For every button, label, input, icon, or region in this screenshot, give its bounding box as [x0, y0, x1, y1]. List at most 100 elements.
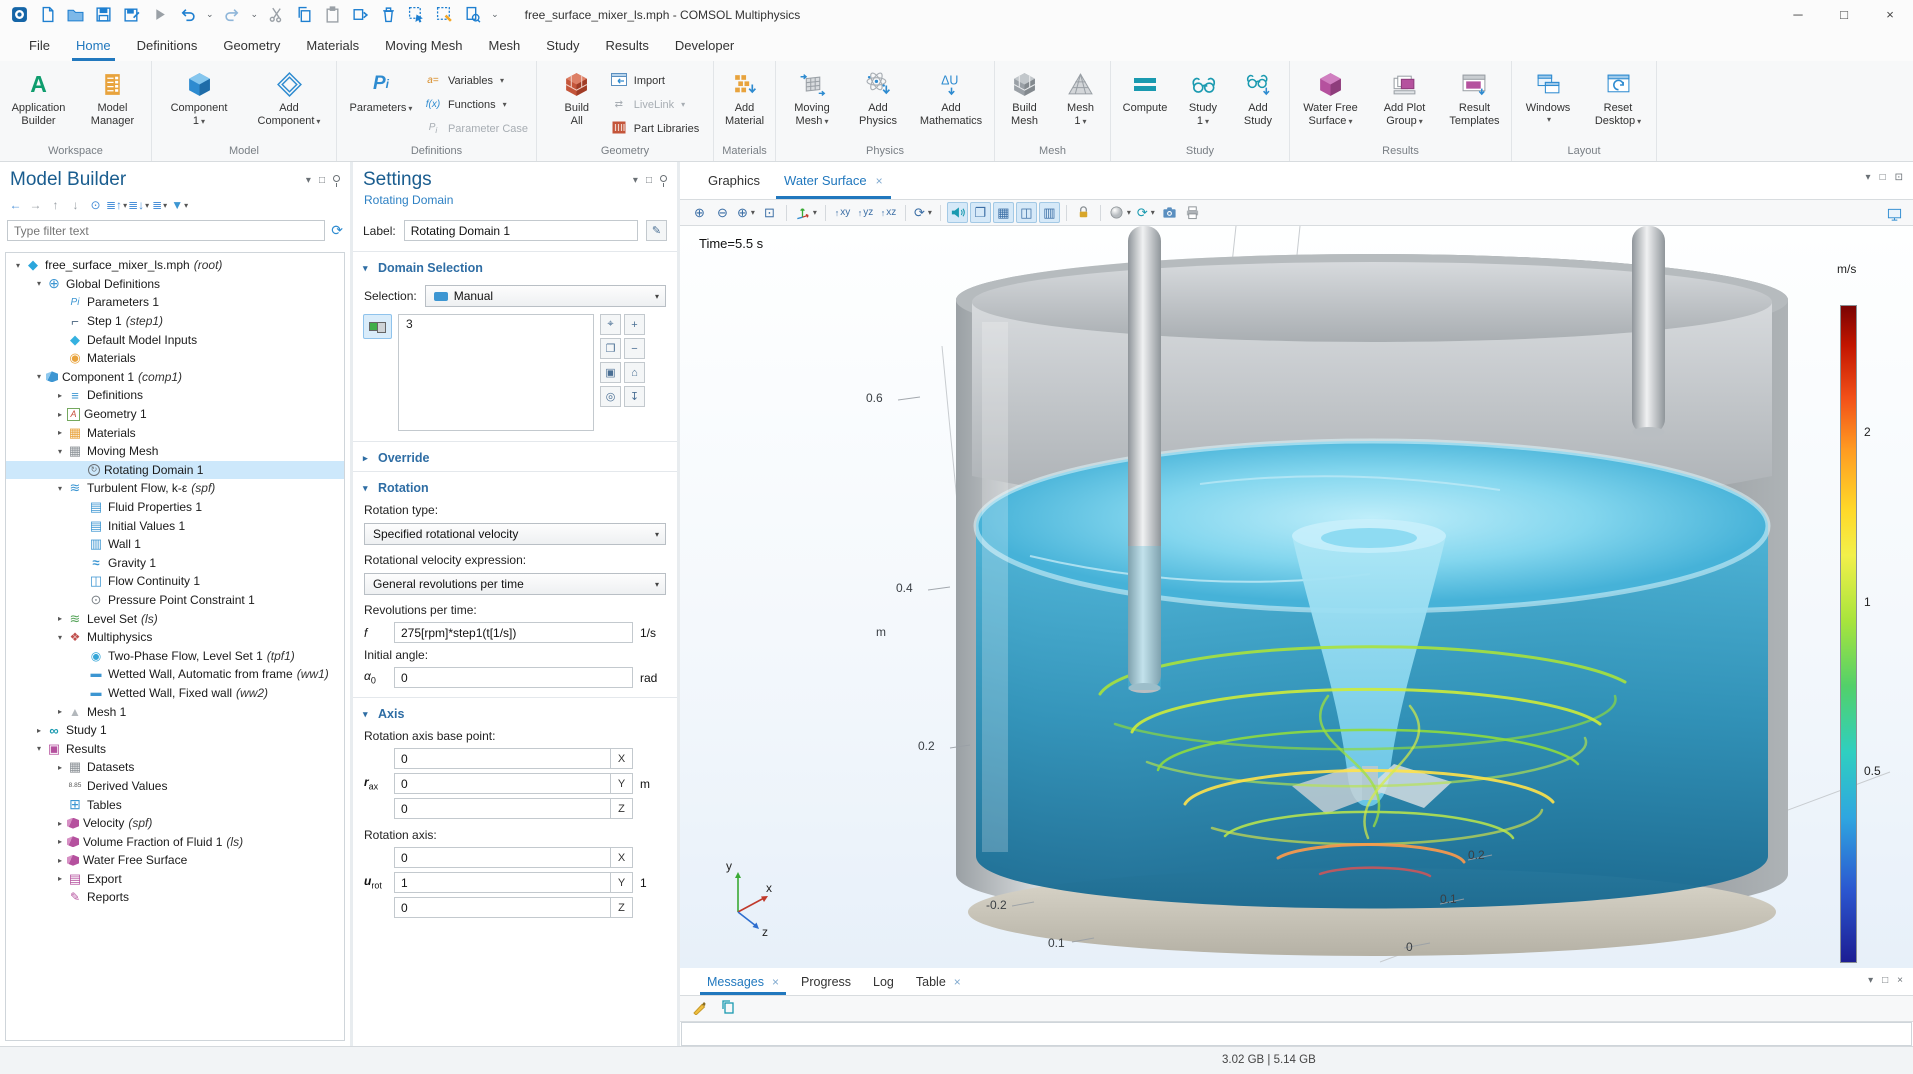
study-1-button[interactable]: Study 1▾	[1177, 64, 1229, 128]
create-selection-button[interactable]: ⌖	[600, 314, 621, 335]
float-panel-icon[interactable]: □	[1880, 172, 1886, 183]
tree-item[interactable]: ▸ Datasets	[6, 758, 344, 777]
base-point-z-input[interactable]: 0	[394, 798, 611, 819]
redo-dropdown[interactable]: ⌄	[251, 9, 259, 20]
zoom-box-icon[interactable]: ⊕▾	[735, 202, 757, 223]
model-tree-nodes-icon[interactable]: ≣▾	[150, 195, 169, 215]
tree-item[interactable]: Gravity 1	[6, 554, 344, 573]
rotation-heading[interactable]: ▾Rotation	[353, 471, 677, 501]
tree-item[interactable]: Derived Values	[6, 777, 344, 796]
float-panel-icon[interactable]: □	[1882, 975, 1888, 986]
plot-window-icon[interactable]	[1884, 204, 1905, 225]
menu-tab[interactable]: Geometry	[210, 29, 293, 61]
forward-icon[interactable]: →	[26, 195, 45, 215]
view-xy-button[interactable]: ↑xy	[832, 202, 853, 223]
tree-item[interactable]: ▸ Level Set (ls)	[6, 609, 344, 628]
part-libraries-button[interactable]: Part Libraries	[609, 119, 699, 138]
graphics-canvas[interactable]: Time=5.5 s	[680, 226, 1913, 968]
messages-content[interactable]	[681, 1022, 1912, 1046]
tab-table[interactable]: Table×	[905, 968, 972, 995]
color-theme-icon[interactable]: ▾	[1107, 202, 1133, 223]
tree-item[interactable]: ▾ free_surface_mixer_ls.mph (root)	[6, 256, 344, 275]
build-mesh-button[interactable]: Build Mesh	[997, 64, 1053, 128]
transparency-icon[interactable]: ❐	[970, 202, 991, 223]
move-down-icon[interactable]: ↓	[66, 195, 85, 215]
menu-tab[interactable]: Home	[63, 29, 124, 61]
float-panel-icon[interactable]: □	[646, 175, 652, 186]
initial-angle-input[interactable]: 0	[394, 667, 633, 688]
grid-icon[interactable]: ▦	[993, 202, 1014, 223]
tree-item[interactable]: ▸ Volume Fraction of Fluid 1 (ls)	[6, 832, 344, 851]
close-tab-icon[interactable]: ×	[772, 975, 779, 989]
tab-graphics[interactable]: Graphics	[696, 162, 772, 199]
expand-all-icon[interactable]: ≣↓▾	[128, 195, 149, 215]
open-file-button[interactable]	[66, 5, 85, 24]
tree-item[interactable]: Step 1 (step1)	[6, 312, 344, 331]
clear-messages-icon[interactable]	[692, 999, 708, 1018]
select-box-button[interactable]	[407, 5, 426, 24]
menu-tab[interactable]: Mesh	[475, 29, 533, 61]
paste-selection-button[interactable]: ▣	[600, 362, 621, 383]
menu-tab[interactable]: Results	[593, 29, 662, 61]
tree-item[interactable]: Tables	[6, 795, 344, 814]
livelink-button[interactable]: ⇄LiveLink▾	[609, 95, 699, 114]
image-snapshot-icon[interactable]	[1159, 202, 1180, 223]
import-button[interactable]: Import	[609, 71, 699, 90]
go-to-default-view-icon[interactable]: ▾	[793, 202, 819, 223]
tab-progress[interactable]: Progress	[790, 968, 862, 995]
tree-item[interactable]: Pressure Point Constraint 1	[6, 591, 344, 610]
application-builder-button[interactable]: A Application Builder	[2, 64, 76, 128]
menu-tab[interactable]: Definitions	[124, 29, 211, 61]
delete-button[interactable]	[379, 5, 398, 24]
variables-button[interactable]: a=Variables▾	[423, 71, 528, 90]
label-input[interactable]: Rotating Domain 1	[404, 220, 638, 241]
base-point-y-input[interactable]: 0	[394, 773, 611, 794]
parameter-case-button[interactable]: PiParameter Case	[423, 119, 528, 138]
menu-tab[interactable]: Study	[533, 29, 592, 61]
add-to-selection-button[interactable]: +	[624, 314, 645, 335]
tab-log[interactable]: Log	[862, 968, 905, 995]
redo-button[interactable]	[223, 5, 242, 24]
menu-tab[interactable]: Moving Mesh	[372, 29, 475, 61]
component-1-button[interactable]: Component 1▾	[154, 64, 244, 128]
quality-icon[interactable]: ▥	[1039, 202, 1060, 223]
add-physics-button[interactable]: Add Physics	[847, 64, 909, 128]
run-button[interactable]	[150, 5, 169, 24]
tree-item[interactable]: Two-Phase Flow, Level Set 1 (tpf1)	[6, 646, 344, 665]
add-plot-group-button[interactable]: Add Plot Group▾	[1370, 64, 1440, 128]
revolutions-per-time-input[interactable]: 275[rpm]*step1(t[1/s])	[394, 622, 633, 643]
add-component-button[interactable]: Add Component▾	[244, 64, 334, 128]
functions-button[interactable]: f(x)Functions▾	[423, 95, 528, 114]
zoom-extents-icon[interactable]: ⊡	[759, 202, 780, 223]
tree-item[interactable]: Reports	[6, 888, 344, 907]
tree-item[interactable]: Fluid Properties 1	[6, 498, 344, 517]
maximize-panel-icon[interactable]: ⊡	[1895, 172, 1903, 183]
moving-mesh-button[interactable]: Moving Mesh▾	[777, 64, 847, 128]
axis-x-input[interactable]: 0	[394, 847, 611, 868]
undo-button[interactable]	[178, 5, 197, 24]
find-button[interactable]	[463, 5, 482, 24]
collapse-all-icon[interactable]: ≣↑▾	[106, 195, 127, 215]
save-button[interactable]	[94, 5, 113, 24]
tree-item[interactable]: ▾ Global Definitions	[6, 275, 344, 294]
rve-dropdown[interactable]: General revolutions per time	[364, 573, 666, 595]
tree-item[interactable]: ▸ Study 1	[6, 721, 344, 740]
new-file-button[interactable]	[38, 5, 57, 24]
rotation-type-dropdown[interactable]: Specified rotational velocity	[364, 523, 666, 545]
tree-item[interactable]: Wetted Wall, Automatic from frame (ww1)	[6, 665, 344, 684]
tree-item[interactable]: ▸ Materials	[6, 423, 344, 442]
tree-item[interactable]: ▾ Turbulent Flow, k-ε (spf)	[6, 479, 344, 498]
qat-more-button[interactable]: ⌄	[491, 9, 499, 20]
selection-dropdown[interactable]: Manual	[425, 285, 666, 307]
undo-dropdown[interactable]: ⌄	[206, 9, 214, 20]
cut-button[interactable]	[267, 5, 286, 24]
tree-item[interactable]: ▾ Results	[6, 739, 344, 758]
copy-messages-icon[interactable]	[720, 999, 736, 1018]
paste-button[interactable]	[323, 5, 342, 24]
duplicate-button[interactable]	[351, 5, 370, 24]
panel-menu-icon[interactable]: ▾	[633, 175, 638, 186]
tree-item[interactable]: ▾ Moving Mesh	[6, 442, 344, 461]
tree-item[interactable]: Materials	[6, 349, 344, 368]
panel-menu-icon[interactable]: ▾	[306, 175, 311, 186]
maximize-button[interactable]: □	[1821, 0, 1867, 29]
